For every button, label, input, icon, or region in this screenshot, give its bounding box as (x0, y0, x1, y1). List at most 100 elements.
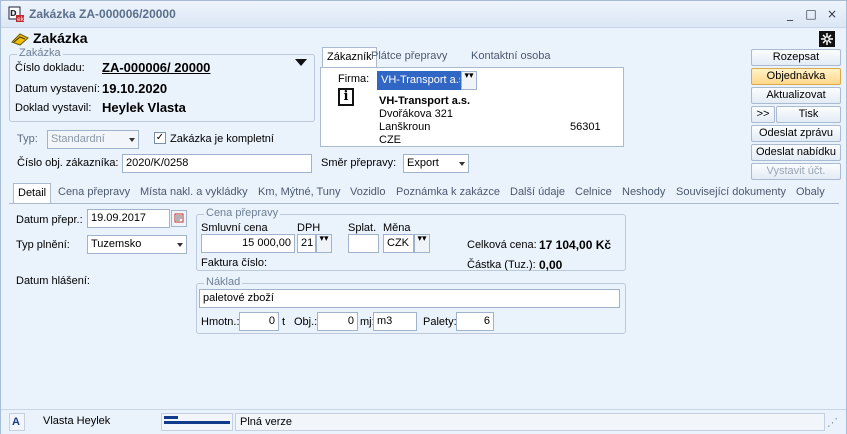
customer-name: VH-Transport a.s. (379, 95, 471, 107)
faktura-cislo-label: Faktura číslo: (201, 257, 268, 269)
customer-zip: 56301 (570, 121, 601, 133)
hmotn-input[interactable]: 0 (239, 312, 279, 331)
cislo-dokladu-label: Číslo dokladu: (15, 62, 85, 74)
chevron-down-icon (459, 162, 465, 166)
smer-prepravy-select[interactable]: Export (403, 154, 469, 173)
info-icon[interactable]: i (338, 88, 354, 106)
cena-prepravy-legend: Cena přepravy (204, 207, 281, 219)
castka-tuz-value: 0,00 (539, 258, 563, 272)
tab-detail[interactable]: Detail (13, 183, 52, 203)
hmotn-label: Hmotn.: (201, 316, 240, 328)
odeslat-zpravu-button[interactable]: Odeslat zprávu (751, 125, 841, 142)
celkova-cena-value: 17 104,00 Kč (539, 238, 612, 252)
tab-dalsi-udaje[interactable]: Další údaje (506, 183, 569, 203)
minimize-button[interactable]: _ (783, 7, 797, 21)
svg-text:D: D (10, 9, 17, 18)
customer-city: Lanškroun (379, 121, 431, 133)
status-version: Plná verze (235, 413, 825, 431)
typ-select-value: Standardní (51, 133, 105, 145)
cislo-obj-input[interactable]: 2020/K/0258 (122, 154, 312, 173)
obj-input[interactable]: 0 (317, 312, 358, 331)
odeslat-nabidku-button[interactable]: Odeslat nabídku (751, 144, 841, 161)
naklad-popis-input[interactable]: paletové zboží (199, 289, 620, 308)
smluvni-cena-label: Smluvní cena (201, 222, 268, 234)
kompletni-label: Zakázka je kompletní (170, 133, 274, 145)
datum-prepr-input[interactable]: 19.09.2017 (87, 209, 170, 228)
vystavit-uct-button[interactable]: Vystavit účt. (751, 163, 841, 180)
main-window: D ek Zakázka ZA-000006/20000 _ □ × Zakáz… (0, 0, 847, 434)
tab-celnice[interactable]: Celnice (571, 183, 616, 203)
mena-dropdown-button[interactable]: ▾▾ (414, 234, 430, 253)
firma-select[interactable]: VH-Transport a.s. (377, 71, 461, 90)
doklad-vystavil-label: Doklad vystavil: (15, 102, 92, 114)
smer-prepravy-value: Export (407, 157, 439, 169)
doklad-vystavil-value: Heylek Vlasta (102, 100, 186, 115)
dropdown-arrow-icon[interactable] (295, 59, 307, 66)
status-bar: A Vlasta Heylek Plná verze ⋰ (1, 409, 846, 434)
typ-plneni-select[interactable]: Tuzemsko (87, 235, 187, 254)
naklad-legend: Náklad (204, 276, 243, 288)
typ-plneni-value: Tuzemsko (91, 238, 142, 250)
chevron-down-icon (129, 138, 135, 142)
splat-input[interactable] (348, 234, 379, 253)
progress-indicator (161, 413, 233, 431)
smer-prepravy-label: Směr přepravy: (321, 157, 397, 169)
order-icon (11, 33, 29, 46)
typ-select[interactable]: Standardní (47, 130, 139, 149)
hmotn-unit: t (282, 316, 286, 328)
maximize-button[interactable]: □ (804, 7, 818, 21)
calendar-icon[interactable] (171, 210, 187, 227)
tab-neshody[interactable]: Neshody (618, 183, 669, 203)
mena-label: Měna (383, 222, 411, 234)
tab-vozidlo[interactable]: Vozidlo (346, 183, 389, 203)
dph-input[interactable]: 21 (297, 234, 316, 253)
smluvni-cena-input[interactable]: 15 000,00 (201, 234, 295, 253)
palety-input[interactable]: 6 (456, 312, 494, 331)
resize-grip-icon[interactable]: ⋰ (827, 416, 838, 429)
typ-plneni-label: Typ plnění: (16, 239, 70, 251)
expand-button[interactable]: >> (751, 106, 775, 123)
kompletni-checkbox[interactable]: ✓ (154, 132, 166, 144)
tab-souvisejici-dokumenty[interactable]: Související dokumenty (672, 183, 790, 203)
app-icon: D ek (8, 6, 24, 22)
close-button[interactable]: × (825, 7, 839, 21)
palety-label: Palety: (423, 316, 457, 328)
objednavka-button[interactable]: Objednávka (751, 68, 841, 85)
tab-platce-prepravy[interactable]: Plátce přepravy (367, 47, 451, 67)
tab-mista-nakladky[interactable]: Místa nakl. a vykládky (136, 183, 252, 203)
tab-cena-prepravy[interactable]: Cena přepravy (54, 183, 134, 203)
cislo-obj-label: Číslo obj. zákazníka: (17, 157, 119, 169)
chevron-down-icon (177, 243, 183, 247)
customer-street: Dvořákova 321 (379, 108, 453, 120)
celkova-cena-label: Celková cena: (467, 239, 537, 251)
settings-icon[interactable] (819, 31, 835, 47)
mena-input[interactable]: CZK (383, 234, 414, 253)
mj-input[interactable]: m3 (373, 312, 417, 331)
aktualizovat-button[interactable]: Aktualizovat (751, 87, 841, 104)
splat-label: Splat. (348, 222, 377, 234)
typ-label: Typ: (17, 133, 38, 145)
dph-dropdown-button[interactable]: ▾▾ (316, 234, 332, 253)
rozepsat-button[interactable]: Rozepsat (751, 49, 841, 66)
cislo-dokladu-value: ZA-000006/ 20000 (102, 60, 211, 75)
castka-tuz-label: Částka (Tuz.): (467, 259, 536, 271)
datum-vystaveni-label: Datum vystavení: (15, 83, 100, 95)
tab-km-mytne[interactable]: Km, Mýtné, Tuny (254, 183, 345, 203)
tab-kontaktni-osoba[interactable]: Kontaktní osoba (467, 47, 555, 67)
window-title: Zakázka ZA-000006/20000 (29, 7, 176, 21)
main-tabs: Detail Cena přepravy Místa nakl. a vyklá… (1, 183, 846, 203)
firma-dropdown-button[interactable]: ▾▾ (461, 71, 477, 90)
status-badge: A (9, 413, 25, 431)
customer-country: CZE (379, 134, 401, 146)
tab-poznamka[interactable]: Poznámka k zakázce (392, 183, 504, 203)
datum-vystaveni-value: 19.10.2020 (102, 81, 168, 96)
svg-text:ek: ek (17, 16, 24, 22)
tisk-button[interactable]: Tisk (776, 106, 841, 123)
obj-label: Obj.: (294, 316, 318, 328)
datum-prepr-label: Datum přepr.: (16, 214, 83, 226)
status-user: Vlasta Heylek (43, 415, 111, 427)
tab-obaly[interactable]: Obaly (792, 183, 829, 203)
zakazka-legend: Zakázka (17, 47, 63, 59)
firma-label: Firma: (338, 73, 370, 85)
page-title: Zakázka (33, 30, 88, 46)
